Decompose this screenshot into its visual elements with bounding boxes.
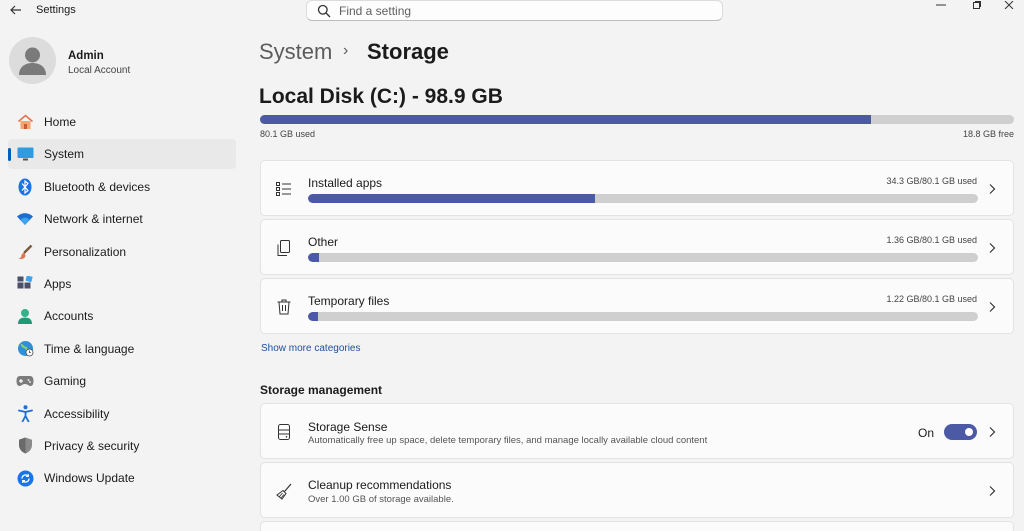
list-icon (275, 180, 293, 198)
system-icon (16, 145, 34, 163)
sidebar-item-privacy-security[interactable]: Privacy & security (8, 431, 236, 461)
profile-account-type: Local Account (68, 65, 131, 76)
back-button[interactable] (8, 2, 24, 18)
close-icon (1004, 1, 1014, 9)
avatar[interactable] (9, 37, 56, 84)
toggle-knob (965, 428, 973, 436)
sidebar-item-label: Gaming (44, 374, 87, 389)
cleanup-recommendations-card[interactable]: Cleanup recommendations Over 1.00 GB of … (260, 462, 1014, 518)
document-icon (275, 239, 293, 257)
category-usage-bar (308, 253, 978, 262)
disk-title: Local Disk (C:) - 98.9 GB (259, 85, 503, 108)
chevron-right-icon (989, 486, 996, 496)
sidebar-item-apps[interactable]: Apps (8, 269, 236, 299)
sidebar-item-system[interactable]: System (8, 139, 236, 170)
show-more-categories-link[interactable]: Show more categories (261, 343, 361, 354)
category-temporary-files[interactable]: Temporary files 1.22 GB/80.1 GB used (260, 278, 1014, 334)
category-usage-fill (308, 194, 595, 203)
category-title: Other (308, 235, 339, 249)
chevron-right-icon (989, 427, 996, 437)
home-icon (16, 113, 34, 131)
profile-name: Admin (68, 50, 104, 62)
category-title: Installed apps (308, 176, 383, 190)
search-box[interactable] (306, 0, 723, 21)
chevron-right-icon (989, 243, 996, 253)
category-usage: 34.3 GB/80.1 GB used (886, 176, 977, 186)
category-usage-fill (308, 253, 320, 262)
sidebar-item-label: Windows Update (44, 471, 135, 486)
broom-icon (275, 482, 293, 500)
sidebar-item-gaming[interactable]: Gaming (8, 366, 236, 396)
chevron-right-icon (989, 184, 996, 194)
disk-free-label: 18.8 GB free (962, 129, 1014, 139)
chevron-right-icon (989, 302, 996, 312)
cleanup-description: Over 1.00 GB of storage available. (308, 494, 454, 505)
minimize-icon (936, 4, 946, 6)
title-bar: Settings (0, 0, 1024, 22)
app-title: Settings (36, 4, 76, 16)
sidebar-item-accessibility[interactable]: Accessibility (8, 399, 236, 429)
storage-sense-toggle[interactable] (944, 424, 977, 440)
storage-sense-card[interactable]: Storage Sense Automatically free up spac… (260, 403, 1014, 459)
sidebar-item-label: Home (44, 115, 77, 129)
search-input[interactable] (339, 2, 709, 19)
close-button[interactable] (994, 0, 1024, 10)
breadcrumb-separator: › (343, 42, 349, 59)
user-icon (19, 47, 46, 75)
category-title: Temporary files (308, 294, 390, 308)
restore-icon (973, 1, 981, 9)
category-usage-bar (308, 194, 978, 203)
restore-button[interactable] (962, 0, 992, 10)
sidebar-item-windows-update[interactable]: Windows Update (8, 463, 236, 493)
storage-management-header: Storage management (260, 383, 383, 397)
sidebar-item-label: Accounts (44, 309, 94, 324)
sidebar-item-label: Privacy & security (44, 438, 140, 453)
sidebar-item-label: Personalization (44, 244, 127, 259)
gaming-icon (16, 372, 34, 390)
shield-icon (16, 437, 34, 455)
accounts-icon (16, 307, 34, 325)
sidebar-item-label: Time & language (44, 341, 135, 356)
breadcrumb-parent[interactable]: System (259, 39, 332, 65)
category-usage-bar (308, 312, 978, 321)
network-icon (16, 210, 34, 228)
sidebar-item-label: Network & internet (44, 212, 143, 227)
sidebar-item-time-language[interactable]: Time & language (8, 334, 236, 364)
category-other[interactable]: Other 1.36 GB/80.1 GB used (260, 219, 1014, 275)
cleanup-title: Cleanup recommendations (308, 478, 452, 492)
sidebar-item-bluetooth[interactable]: Bluetooth & devices (8, 172, 236, 202)
back-arrow-icon (10, 5, 21, 15)
sidebar-item-label: System (44, 147, 85, 162)
brush-icon (16, 243, 34, 261)
sidebar-nav: Home System Bluetooth & devices Network … (8, 107, 236, 496)
sidebar-item-label: Apps (44, 276, 72, 291)
sidebar-item-network[interactable]: Network & internet (8, 204, 236, 234)
apps-icon (16, 275, 34, 293)
sidebar-item-personalization[interactable]: Personalization (8, 237, 236, 267)
trash-icon (275, 298, 293, 316)
accessibility-icon (16, 405, 34, 423)
category-usage-fill (308, 312, 319, 321)
globe-icon (16, 340, 34, 358)
category-installed-apps[interactable]: Installed apps 34.3 GB/80.1 GB used (260, 160, 1014, 216)
storage-sense-description: Automatically free up space, delete temp… (308, 435, 708, 446)
drive-icon (275, 423, 293, 441)
page-title: Storage (367, 39, 449, 64)
search-icon (317, 4, 331, 18)
disk-used-label: 80.1 GB used (260, 129, 316, 139)
sidebar-item-accounts[interactable]: Accounts (8, 301, 236, 331)
minimize-button[interactable] (926, 0, 956, 10)
storage-sense-toggle-label: On (917, 426, 934, 440)
update-icon (16, 469, 34, 487)
disk-usage-bar (260, 115, 1014, 124)
disk-usage-fill (260, 115, 871, 124)
sidebar-item-label: Accessibility (44, 406, 110, 421)
storage-sense-title: Storage Sense (308, 420, 388, 434)
category-usage: 1.36 GB/80.1 GB used (886, 235, 977, 245)
next-settings-card[interactable] (260, 521, 1014, 531)
category-usage: 1.22 GB/80.1 GB used (886, 294, 977, 304)
sidebar-item-label: Bluetooth & devices (44, 179, 151, 194)
bluetooth-icon (16, 178, 34, 196)
sidebar-item-home[interactable]: Home (8, 107, 236, 137)
